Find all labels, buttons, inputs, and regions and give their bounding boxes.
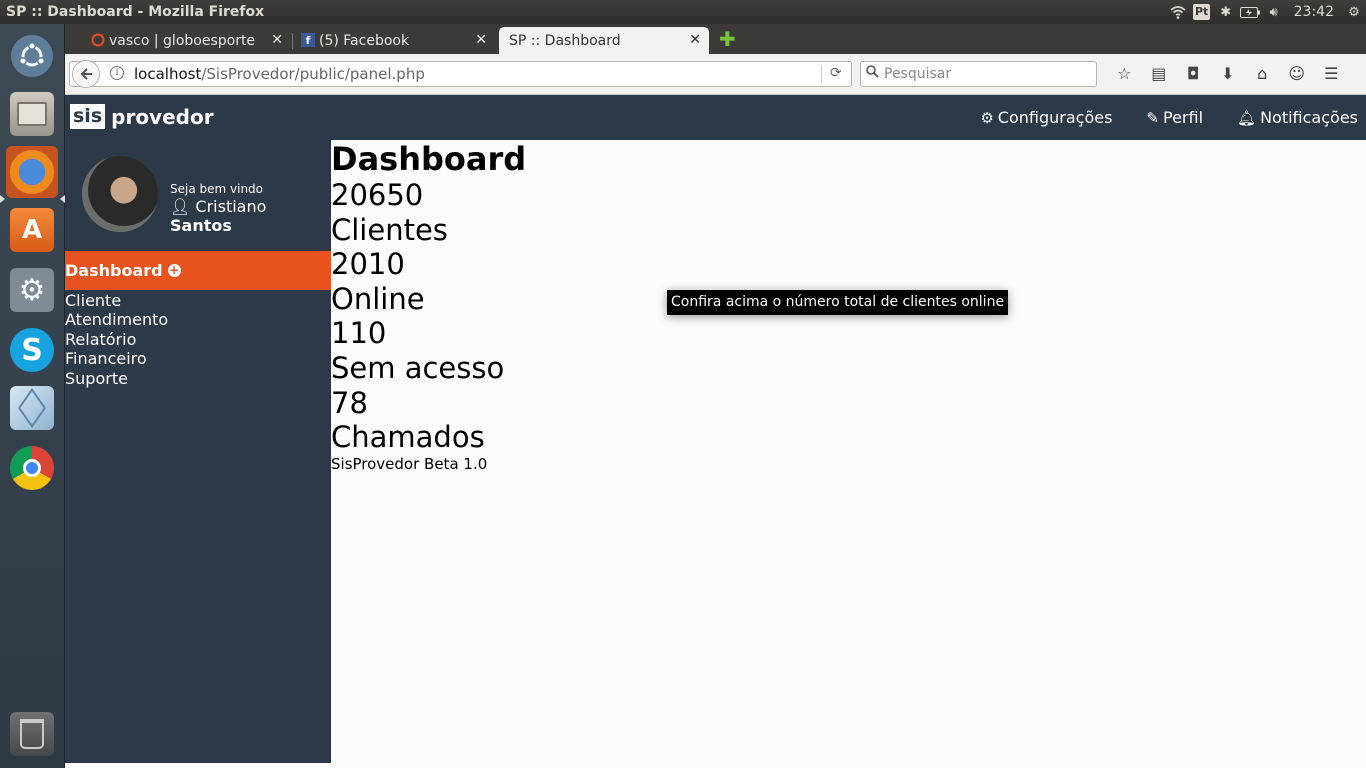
notifications-link[interactable]: 🔔︎ Notificações: [1237, 108, 1358, 127]
tab-separator: [292, 33, 293, 49]
reading-list-icon[interactable]: ▤: [1142, 64, 1177, 83]
app-logo[interactable]: sis provedor: [70, 104, 214, 129]
ubuntu-icon[interactable]: [6, 30, 58, 82]
volume-icon[interactable]: 🔊︎: [1262, 0, 1286, 24]
pocket-icon[interactable]: ◘: [1176, 64, 1211, 83]
stat-value-sem-acesso: 110: [331, 316, 387, 351]
web-page: sis provedor ⚙ Configurações ✎ Perfil 🔔︎ No…: [65, 95, 1366, 768]
url-text[interactable]: localhost/SisProvedor/public/panel.php: [134, 65, 425, 83]
user-icon: 👤︎: [170, 197, 191, 216]
downloads-icon[interactable]: ⬇: [1211, 64, 1246, 83]
new-tab-icon[interactable]: ✚: [719, 29, 736, 49]
tab-globoesporte[interactable]: vasco | globoesporte ✕: [85, 27, 293, 54]
firefox-icon[interactable]: [6, 146, 58, 198]
close-tab-icon[interactable]: ✕: [689, 32, 701, 48]
navigation-toolbar: i localhost/SisProvedor/public/panel.php…: [65, 54, 1366, 95]
software-center-icon[interactable]: A: [6, 204, 58, 256]
facebook-favicon-icon: f: [301, 33, 315, 47]
sidebar-item-relatorio[interactable]: Relatório: [65, 330, 168, 349]
toolbar-icons: ☆ ▤ ◘ ⬇ ⌂ ☺ ☰: [1107, 64, 1349, 83]
sidebar-item-dashboard[interactable]: Dashboard +: [65, 251, 331, 290]
window-title: SP :: Dashboard - Mozilla Firefox: [6, 4, 265, 20]
system-tray: Pt ✱ 🔊︎ 23:42 ⚙: [1166, 0, 1366, 24]
firefox-window: vasco | globoesporte ✕ f (5) Facebook ✕ …: [65, 24, 1366, 768]
skype-icon[interactable]: S: [6, 324, 58, 376]
chat-icon[interactable]: ☺: [1280, 64, 1315, 83]
wifi-icon[interactable]: [1166, 0, 1190, 24]
close-tab-icon[interactable]: ✕: [475, 32, 487, 48]
profile-link[interactable]: ✎ Perfil: [1146, 108, 1203, 127]
sidebar-item-cliente[interactable]: Cliente: [65, 291, 168, 310]
sidebar: Seja bem vindo 👤︎ Cristiano Santos Dashb…: [65, 140, 331, 763]
stat-label-online: Online: [331, 281, 425, 316]
search-icon: [866, 65, 879, 82]
settings-icon[interactable]: ⚙: [6, 264, 58, 316]
trash-icon[interactable]: [6, 708, 58, 760]
stat-value-online: 2010: [331, 247, 405, 282]
back-arrow-icon[interactable]: [72, 60, 100, 88]
reload-icon[interactable]: ⟳: [830, 65, 842, 81]
tab-label: vasco | globoesporte: [109, 32, 256, 49]
sidebar-nav: Cliente Atendimento Relatório Financeiro…: [65, 291, 168, 388]
page-title: Dashboard: [331, 140, 527, 178]
bluetooth-icon[interactable]: ✱: [1214, 0, 1238, 24]
info-icon[interactable]: i: [110, 66, 124, 80]
stat-label-chamados: Chamados: [331, 420, 485, 455]
virtualbox-icon[interactable]: [6, 382, 58, 434]
stat-value-clientes: 20650: [331, 178, 424, 212]
user-name: 👤︎ Cristiano Santos: [170, 197, 267, 235]
header-menu: ⚙ Configurações ✎ Perfil 🔔︎ Notificações: [980, 95, 1366, 140]
footer-version: SisProvedor Beta 1.0: [331, 454, 488, 473]
close-tab-icon[interactable]: ✕: [271, 32, 283, 48]
system-gear-icon[interactable]: ⚙: [1342, 0, 1366, 24]
tab-dashboard[interactable]: SP :: Dashboard ✕: [499, 27, 709, 54]
files-icon[interactable]: [6, 88, 58, 140]
search-box[interactable]: Pesquisar: [860, 61, 1097, 87]
bell-icon: 🔔︎: [1237, 108, 1257, 127]
app-header: sis provedor ⚙ Configurações ✎ Perfil 🔔︎ No…: [65, 95, 1366, 140]
search-placeholder: Pesquisar: [884, 66, 952, 82]
plus-circle-icon: +: [167, 263, 181, 277]
stat-label-sem-acesso: Sem acesso: [331, 350, 505, 385]
tooltip: Confira acima o número total de clientes…: [667, 290, 1009, 315]
sidebar-item-suporte[interactable]: Suporte: [65, 369, 168, 388]
globoesporte-favicon-icon: [91, 33, 105, 47]
tab-label: SP :: Dashboard: [509, 32, 621, 49]
unity-launcher: A ⚙ S: [0, 24, 65, 768]
avatar: [80, 154, 160, 234]
main-content: Dashboard 20650 Clientes 2010 Online 110…: [331, 140, 526, 473]
hamburger-menu-icon[interactable]: ☰: [1314, 64, 1349, 83]
active-app-indicator-left: [0, 195, 5, 203]
tab-facebook[interactable]: f (5) Facebook ✕: [295, 27, 495, 54]
sidebar-item-financeiro[interactable]: Financeiro: [65, 349, 168, 368]
os-top-panel: SP :: Dashboard - Mozilla Firefox Pt ✱ 🔊…: [0, 0, 1366, 24]
home-icon[interactable]: ⌂: [1245, 64, 1280, 83]
settings-link[interactable]: ⚙ Configurações: [980, 108, 1112, 127]
url-bar[interactable]: i localhost/SisProvedor/public/panel.php…: [69, 60, 852, 88]
tab-label: (5) Facebook: [319, 32, 410, 49]
cogs-icon: ⚙: [980, 108, 994, 127]
keyboard-layout-indicator[interactable]: Pt: [1190, 0, 1214, 24]
tab-strip: vasco | globoesporte ✕ f (5) Facebook ✕ …: [65, 24, 1366, 54]
url-divider: [821, 66, 822, 83]
pencil-icon: ✎: [1146, 108, 1159, 127]
stat-value-chamados: 78: [331, 385, 368, 420]
stat-label-clientes: Clientes: [331, 212, 448, 247]
battery-icon[interactable]: [1238, 0, 1262, 24]
sidebar-item-atendimento[interactable]: Atendimento: [65, 310, 168, 329]
bookmark-star-icon[interactable]: ☆: [1107, 64, 1142, 83]
welcome-text: Seja bem vindo: [170, 182, 264, 196]
clock[interactable]: 23:42: [1286, 4, 1342, 20]
chrome-icon[interactable]: [6, 442, 58, 494]
